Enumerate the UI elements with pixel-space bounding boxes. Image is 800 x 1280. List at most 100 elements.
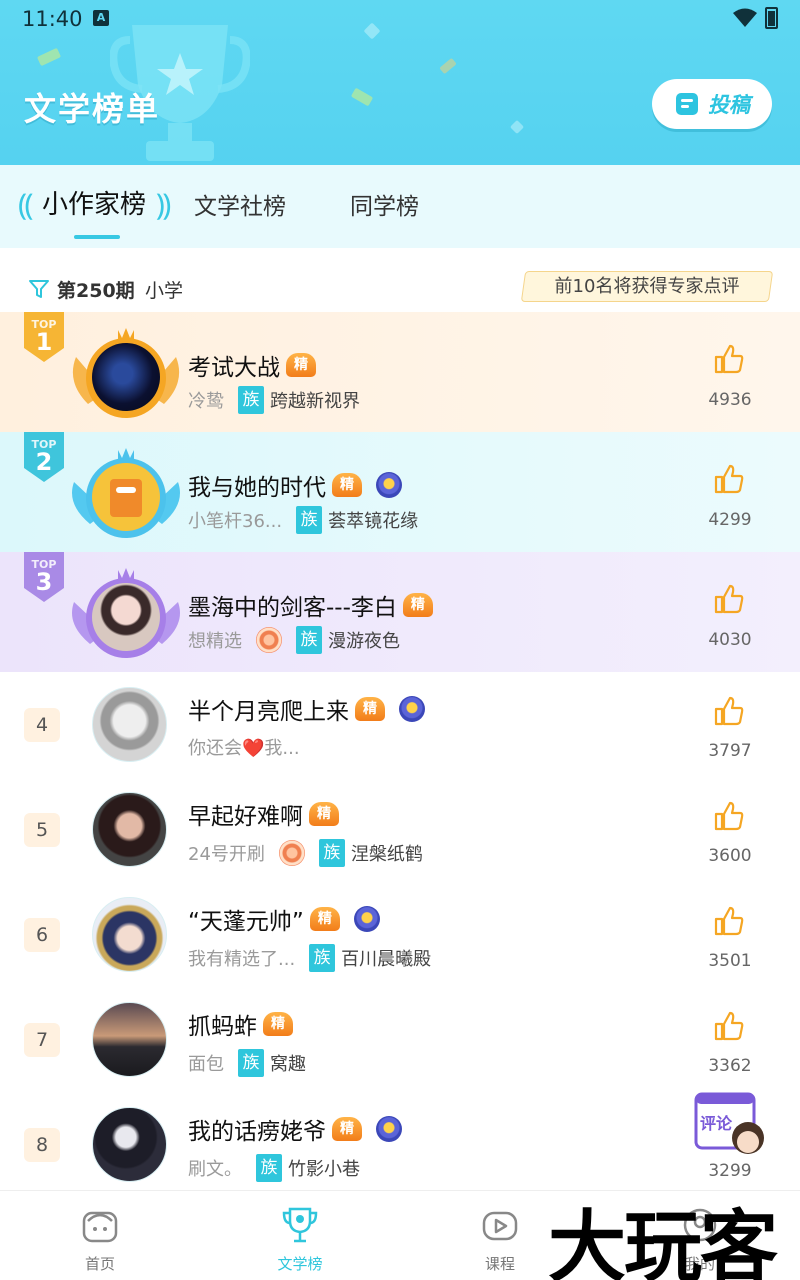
ranking-row[interactable]: TOP 1 考试大战 精 冷鸷 族 跨越新视界 4936 — [0, 312, 800, 432]
clan-name[interactable]: 荟萃镜花缘 — [328, 507, 418, 533]
clan-name[interactable]: 窝趣 — [270, 1050, 306, 1076]
rank-number: 5 — [24, 813, 60, 847]
article-title[interactable]: 抓蚂蚱 — [188, 1007, 257, 1041]
clan-tag: 族 — [238, 1049, 264, 1077]
nav-ranking-label: 文学榜 — [277, 1255, 323, 1273]
avatar[interactable] — [92, 343, 160, 411]
featured-badge: 精 — [309, 802, 339, 826]
tab-classmates[interactable]: 同学榜 — [350, 187, 419, 221]
like-count: 4299 — [708, 510, 752, 530]
author-name[interactable]: 刷文。 — [188, 1155, 242, 1181]
featured-badge: 精 — [332, 1117, 362, 1141]
like-count: 3362 — [708, 1056, 752, 1076]
nav-courses[interactable]: 课程 — [450, 1191, 550, 1280]
laurel-right-icon: ⸩ — [156, 188, 172, 223]
submit-label: 投稿 — [708, 93, 750, 117]
ranking-row[interactable]: TOP 2 我与她的时代 精 小笔杆36... 族 荟萃镜花缘 4299 — [0, 432, 800, 552]
clan-name[interactable]: 跨越新视界 — [270, 387, 360, 413]
like-count: 4030 — [708, 630, 752, 650]
confetti — [350, 87, 374, 107]
medal-icon — [399, 696, 425, 722]
thumbs-up-icon[interactable] — [712, 342, 746, 376]
comment-float-label: 评论 — [700, 1114, 733, 1133]
avatar[interactable] — [92, 897, 167, 972]
article-title[interactable]: 半个月亮爬上来 — [188, 692, 349, 726]
clan-name[interactable]: 竹影小巷 — [288, 1155, 360, 1181]
ranking-row[interactable]: 6 “天蓬元帅” 精 我有精选了... 族 百川晨曦殿 3501 — [0, 882, 800, 987]
author-name[interactable]: 想精选 — [188, 627, 242, 653]
avatar[interactable] — [92, 1107, 167, 1182]
like-count: 3501 — [708, 951, 752, 971]
trophy-icon — [282, 1207, 318, 1243]
play-icon — [482, 1211, 518, 1241]
filter-icon[interactable] — [28, 278, 50, 300]
ranking-row[interactable]: 4 半个月亮爬上来 精 你还会❤️我... 3797 — [0, 672, 800, 777]
clan-tag: 族 — [318, 839, 345, 867]
filter-row: 第250期 小学 前10名将获得专家点评 — [0, 248, 800, 312]
reward-note-text: 前10名将获得专家点评 — [554, 276, 740, 297]
article-title[interactable]: 我的话痨姥爷 — [188, 1112, 326, 1146]
rank-number: 6 — [24, 918, 60, 952]
article-title[interactable]: 早起好难啊 — [188, 797, 303, 831]
home-icon — [82, 1211, 118, 1243]
honor-badge-icon — [256, 627, 282, 653]
comment-float-button[interactable]: 评论 — [692, 1088, 768, 1162]
author-name[interactable]: 24号开刷 — [188, 840, 265, 866]
thumbs-up-icon[interactable] — [712, 694, 746, 728]
thumbs-up-icon[interactable] — [712, 799, 746, 833]
avatar[interactable] — [92, 1002, 167, 1077]
thumbs-up-icon[interactable] — [712, 904, 746, 938]
period-selector[interactable]: 第250期 — [57, 276, 135, 303]
article-title[interactable]: 考试大战 — [188, 348, 280, 382]
like-count: 3299 — [708, 1161, 752, 1181]
like-count: 4936 — [708, 390, 752, 410]
nav-ranking[interactable]: 文学榜 — [250, 1191, 350, 1280]
tab-young-writer[interactable]: 小作家榜 — [42, 184, 146, 221]
ranking-row[interactable]: 5 早起好难啊 精 24号开刷 族 涅槃纸鹤 3600 — [0, 777, 800, 882]
rank-number: 7 — [24, 1023, 60, 1057]
featured-badge: 精 — [286, 353, 316, 377]
like-count: 3600 — [708, 846, 752, 866]
grade-selector[interactable]: 小学 — [145, 276, 183, 303]
medal-icon — [376, 472, 402, 498]
like-count: 3797 — [708, 741, 752, 761]
clan-tag: 族 — [238, 386, 264, 414]
author-name[interactable]: 小笔杆36... — [188, 507, 282, 533]
rank-number: 8 — [24, 1128, 60, 1162]
article-title[interactable]: “天蓬元帅” — [188, 902, 304, 936]
tab-literature-club[interactable]: 文学社榜 — [194, 187, 286, 221]
article-title[interactable]: 墨海中的剑客---李白 — [188, 588, 397, 622]
clan-tag: 族 — [309, 944, 336, 972]
thumbs-up-icon[interactable] — [712, 462, 746, 496]
article-title[interactable]: 我与她的时代 — [188, 468, 326, 502]
avatar[interactable] — [92, 583, 160, 651]
thumbs-up-icon[interactable] — [712, 1009, 746, 1043]
wifi-icon — [733, 8, 757, 27]
active-tab-indicator — [74, 235, 120, 239]
sim-icon: A — [93, 10, 109, 26]
ranking-row[interactable]: 8 我的话痨姥爷 精 刷文。 族 竹影小巷 3299 — [0, 1092, 800, 1197]
status-time: 11:40 — [22, 7, 83, 31]
reward-note: 前10名将获得专家点评 — [520, 271, 774, 302]
clan-name[interactable]: 百川晨曦殿 — [341, 945, 431, 971]
nav-home[interactable]: 首页 — [50, 1191, 150, 1280]
author-name[interactable]: 你还会❤️我... — [188, 734, 300, 760]
ranking-row[interactable]: 7 抓蚂蚱 精 面包 族 窝趣 3362 — [0, 987, 800, 1092]
clan-name[interactable]: 涅槃纸鹤 — [351, 840, 423, 866]
avatar[interactable] — [92, 687, 167, 762]
top-rank-text: TOP 3 — [31, 558, 57, 596]
clan-name[interactable]: 漫游夜色 — [328, 627, 400, 653]
clan-tag: 族 — [296, 506, 323, 534]
featured-badge: 精 — [332, 473, 362, 497]
submit-button[interactable]: 投稿 — [652, 79, 772, 129]
avatar[interactable] — [92, 792, 167, 867]
featured-badge: 精 — [263, 1012, 293, 1036]
ranking-row[interactable]: TOP 3 墨海中的剑客---李白 精 想精选 族 漫游夜色 4030 — [0, 552, 800, 672]
author-name[interactable]: 面包 — [188, 1050, 224, 1076]
thumbs-up-icon[interactable] — [712, 582, 746, 616]
featured-badge: 精 — [309, 907, 340, 931]
author-name[interactable]: 冷鸷 — [188, 387, 224, 413]
author-name[interactable]: 我有精选了... — [188, 945, 295, 971]
avatar[interactable] — [92, 463, 160, 531]
laurel-left-icon: ⸨ — [18, 188, 34, 223]
